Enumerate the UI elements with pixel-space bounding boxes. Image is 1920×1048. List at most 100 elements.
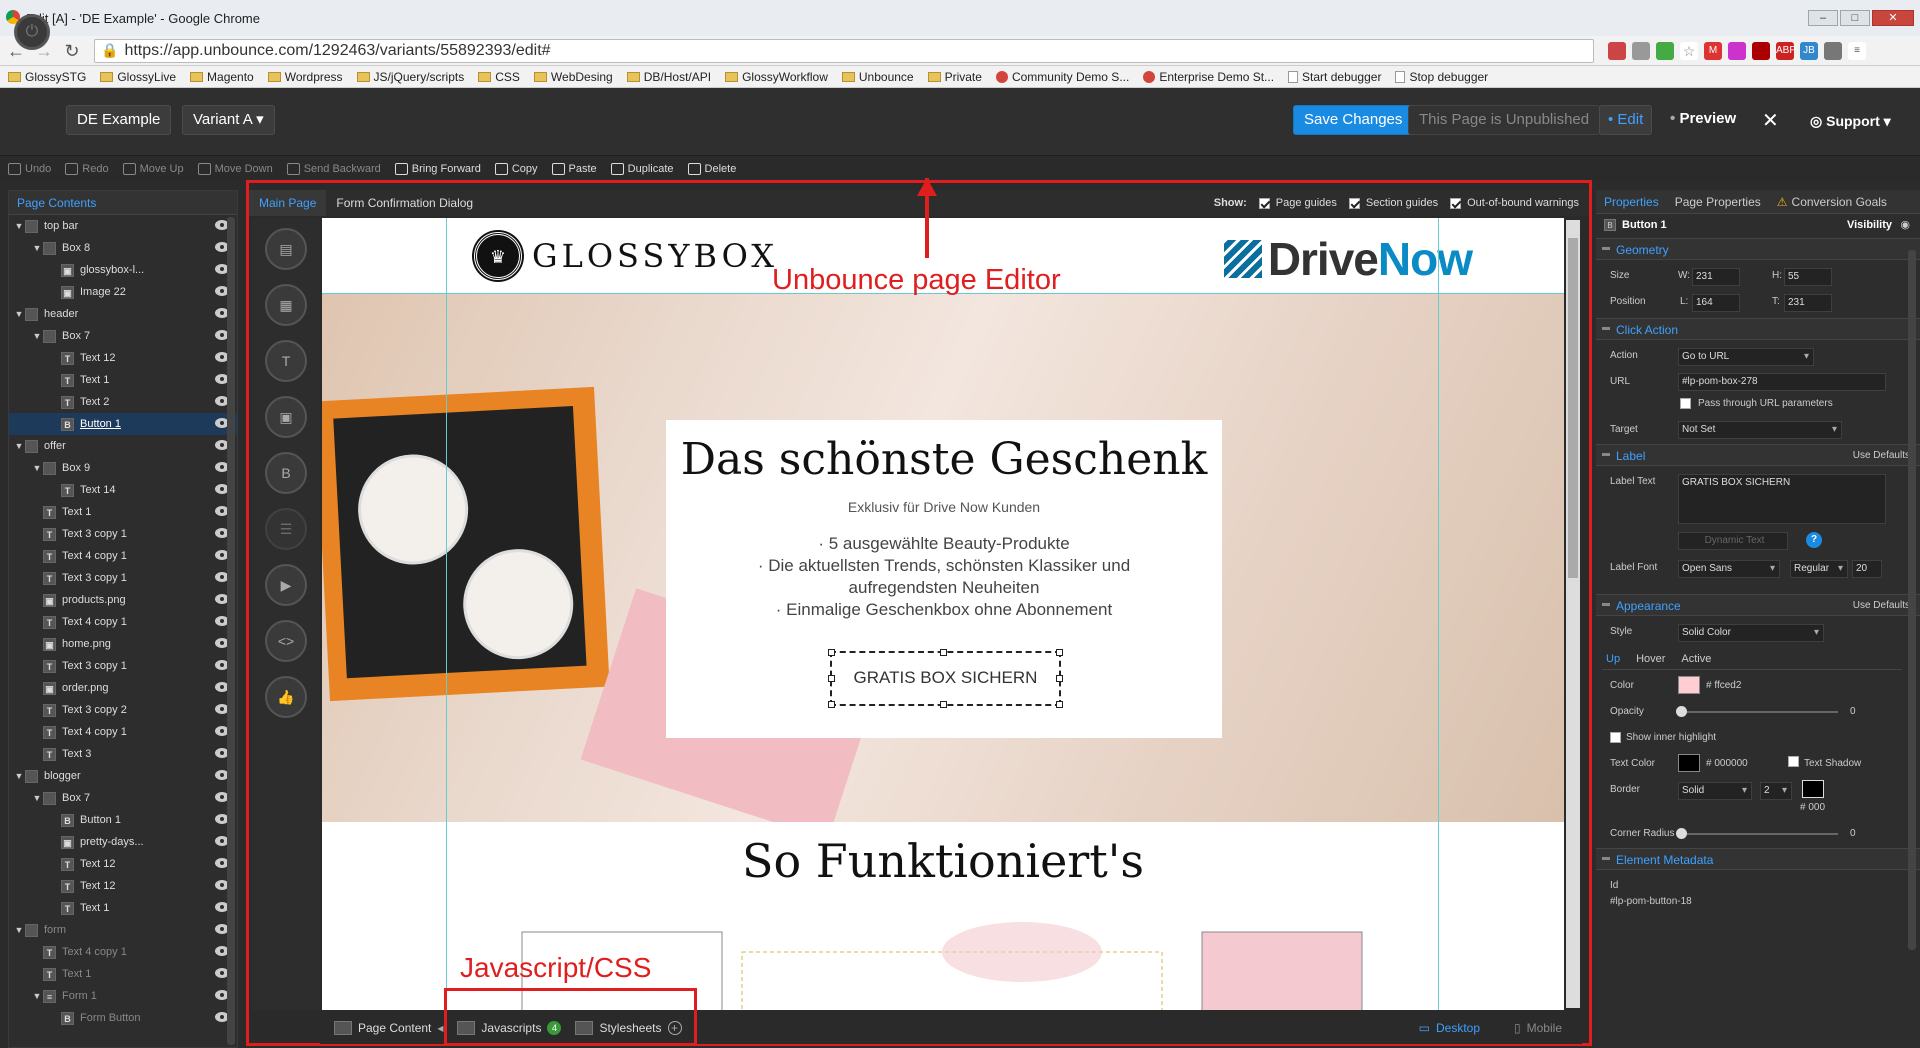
resize-handle[interactable] bbox=[828, 675, 835, 682]
border-color-hex[interactable]: # 000 bbox=[1800, 802, 1825, 822]
tree-item[interactable]: T Text 3 copy 1 bbox=[9, 655, 237, 677]
tree-item[interactable]: T Text 1 bbox=[9, 501, 237, 523]
send-backward-button[interactable]: Send Backward bbox=[286, 163, 381, 175]
tree-item[interactable]: T Text 4 copy 1 bbox=[9, 611, 237, 633]
panel-scrollbar[interactable] bbox=[1908, 250, 1916, 950]
unbounce-logo-icon[interactable]: ⏻ bbox=[14, 14, 50, 50]
opacity-slider[interactable] bbox=[1678, 711, 1838, 713]
resize-handle[interactable] bbox=[1056, 675, 1063, 682]
tree-item[interactable]: ▼ ≡ Form 1 bbox=[9, 985, 237, 1007]
expand-icon[interactable]: ▼ bbox=[31, 991, 43, 1001]
video-tool-icon[interactable]: ▶ bbox=[265, 564, 307, 606]
expand-icon[interactable]: ▼ bbox=[13, 441, 25, 451]
offer-box[interactable]: Das schönste Geschenk Exklusiv für Drive… bbox=[666, 420, 1222, 738]
tree-item[interactable]: T Text 12 bbox=[9, 347, 237, 369]
height-input[interactable]: 55 bbox=[1784, 268, 1832, 286]
tree-item[interactable]: T Text 14 bbox=[9, 479, 237, 501]
tab-up[interactable]: Up bbox=[1606, 648, 1620, 669]
bookmark-item[interactable]: Wordpress bbox=[267, 70, 343, 84]
form-tool-icon[interactable]: ☰ bbox=[265, 508, 307, 550]
extension-icon[interactable]: JB bbox=[1800, 41, 1818, 60]
save-changes-button[interactable]: Save Changes bbox=[1293, 105, 1414, 135]
tree-item[interactable]: T Text 4 copy 1 bbox=[9, 941, 237, 963]
html-tool-icon[interactable]: <> bbox=[265, 620, 307, 662]
text-color-hex[interactable]: # 000000 bbox=[1706, 758, 1748, 778]
bookmark-item[interactable]: GlossyWorkflow bbox=[725, 70, 828, 84]
expand-icon[interactable]: ▼ bbox=[31, 793, 43, 803]
tree-item[interactable]: B Form Button bbox=[9, 1007, 237, 1029]
extension-icon[interactable] bbox=[1728, 41, 1746, 60]
panel-scrollbar[interactable] bbox=[227, 217, 235, 1045]
label-text-input[interactable]: GRATIS BOX SICHERN bbox=[1678, 474, 1886, 524]
font-size-input[interactable]: 20 bbox=[1852, 560, 1882, 578]
tab-active[interactable]: Active bbox=[1681, 648, 1711, 669]
glossybox-logo[interactable]: ♛ GLOSSYBOX bbox=[474, 232, 778, 280]
tree-item[interactable]: T Text 3 copy 2 bbox=[9, 699, 237, 721]
tree-item[interactable]: ▼ Box 8 bbox=[9, 237, 237, 259]
section-title[interactable]: So Funktioniert's bbox=[322, 834, 1564, 888]
url-input[interactable]: 🔒 https://app.unbounce.com/1292463/varia… bbox=[94, 38, 1594, 63]
border-width-select[interactable]: 2 bbox=[1760, 782, 1792, 800]
bookmark-item[interactable]: Private bbox=[927, 70, 982, 84]
headline[interactable]: Das schönste Geschenk bbox=[666, 434, 1222, 485]
star-icon[interactable]: ☆ bbox=[1680, 41, 1698, 60]
section-guides-checkbox[interactable]: Section guides bbox=[1348, 197, 1438, 209]
tree-item[interactable]: T Text 12 bbox=[9, 853, 237, 875]
header-section[interactable]: Das schönste Geschenk Exklusiv für Drive… bbox=[322, 294, 1564, 840]
text-shadow-checkbox[interactable] bbox=[1788, 756, 1799, 767]
tree-item[interactable]: T Text 2 bbox=[9, 391, 237, 413]
preview-toggle[interactable]: • Preview bbox=[1660, 105, 1746, 135]
minimize-button[interactable]: – bbox=[1808, 10, 1838, 26]
tree-item[interactable]: T Text 4 copy 1 bbox=[9, 545, 237, 567]
reload-icon[interactable]: ↻ bbox=[60, 39, 84, 63]
width-input[interactable]: 231 bbox=[1692, 268, 1740, 286]
tree-item[interactable]: ▼ form bbox=[9, 919, 237, 941]
bookmark-item[interactable]: Enterprise Demo St... bbox=[1143, 70, 1274, 84]
target-select[interactable]: Not Set bbox=[1678, 421, 1842, 439]
close-window-button[interactable]: ✕ bbox=[1872, 10, 1914, 26]
extension-icon[interactable] bbox=[1824, 41, 1842, 60]
page-name-button[interactable]: DE Example bbox=[66, 105, 172, 135]
extension-icon[interactable] bbox=[1632, 41, 1650, 60]
tab-form-confirmation[interactable]: Form Confirmation Dialog bbox=[326, 190, 483, 216]
paste-button[interactable]: Paste bbox=[551, 163, 597, 175]
style-select[interactable]: Solid Color bbox=[1678, 624, 1824, 642]
section-tool-icon[interactable]: ▤ bbox=[265, 228, 307, 270]
expand-icon[interactable]: ▼ bbox=[31, 331, 43, 341]
tree-item[interactable]: T Text 3 copy 1 bbox=[9, 523, 237, 545]
tab-conversion-goals[interactable]: ⚠ Conversion Goals bbox=[1769, 190, 1895, 214]
move-up-button[interactable]: Move Up bbox=[122, 163, 184, 175]
metadata-header[interactable]: Element Metadata bbox=[1596, 848, 1920, 870]
expand-icon[interactable]: ▼ bbox=[13, 309, 25, 319]
bookmark-item[interactable]: Unbounce bbox=[841, 70, 914, 84]
edit-toggle[interactable]: • Edit bbox=[1599, 105, 1653, 135]
tree-item[interactable]: ▣ glossybox-l... bbox=[9, 259, 237, 281]
click-action-header[interactable]: Click Action bbox=[1596, 318, 1920, 340]
canvas-scrollbar[interactable] bbox=[1566, 220, 1580, 1008]
tab-main-page[interactable]: Main Page bbox=[249, 190, 327, 216]
tree-item[interactable]: ▣ Image 22 bbox=[9, 281, 237, 303]
tree-item[interactable]: T Text 1 bbox=[9, 897, 237, 919]
action-select[interactable]: Go to URL bbox=[1678, 348, 1814, 366]
extension-icon[interactable] bbox=[1752, 41, 1770, 60]
expand-icon[interactable]: ▼ bbox=[13, 771, 25, 781]
label-use-defaults[interactable]: Use Defaults bbox=[1853, 445, 1910, 467]
adblock-icon[interactable]: ABP bbox=[1776, 41, 1796, 60]
bookmark-item[interactable]: CSS bbox=[478, 70, 520, 84]
appearance-header[interactable]: Appearance Use Defaults bbox=[1596, 594, 1920, 616]
page-canvas[interactable]: ♛ GLOSSYBOX DriveNow Das schönste Gesche… bbox=[322, 218, 1564, 1010]
publish-status[interactable]: This Page is Unpublished bbox=[1408, 105, 1601, 135]
tree-item[interactable]: T Text 3 copy 1 bbox=[9, 567, 237, 589]
menu-icon[interactable]: ≡ bbox=[1848, 41, 1866, 60]
expand-icon[interactable]: ▼ bbox=[13, 925, 25, 935]
undo-button[interactable]: Undo bbox=[8, 163, 51, 175]
copy-button[interactable]: Copy bbox=[494, 163, 538, 175]
label-header[interactable]: Label Use Defaults bbox=[1596, 444, 1920, 466]
tree-item[interactable]: T Text 12 bbox=[9, 875, 237, 897]
font-family-select[interactable]: Open Sans bbox=[1678, 560, 1780, 578]
tree-item[interactable]: B Button 1 bbox=[9, 809, 237, 831]
resize-handle[interactable] bbox=[940, 649, 947, 656]
bookmark-item[interactable]: Magento bbox=[190, 70, 254, 84]
resize-handle[interactable] bbox=[828, 649, 835, 656]
color-swatch[interactable] bbox=[1678, 676, 1700, 694]
